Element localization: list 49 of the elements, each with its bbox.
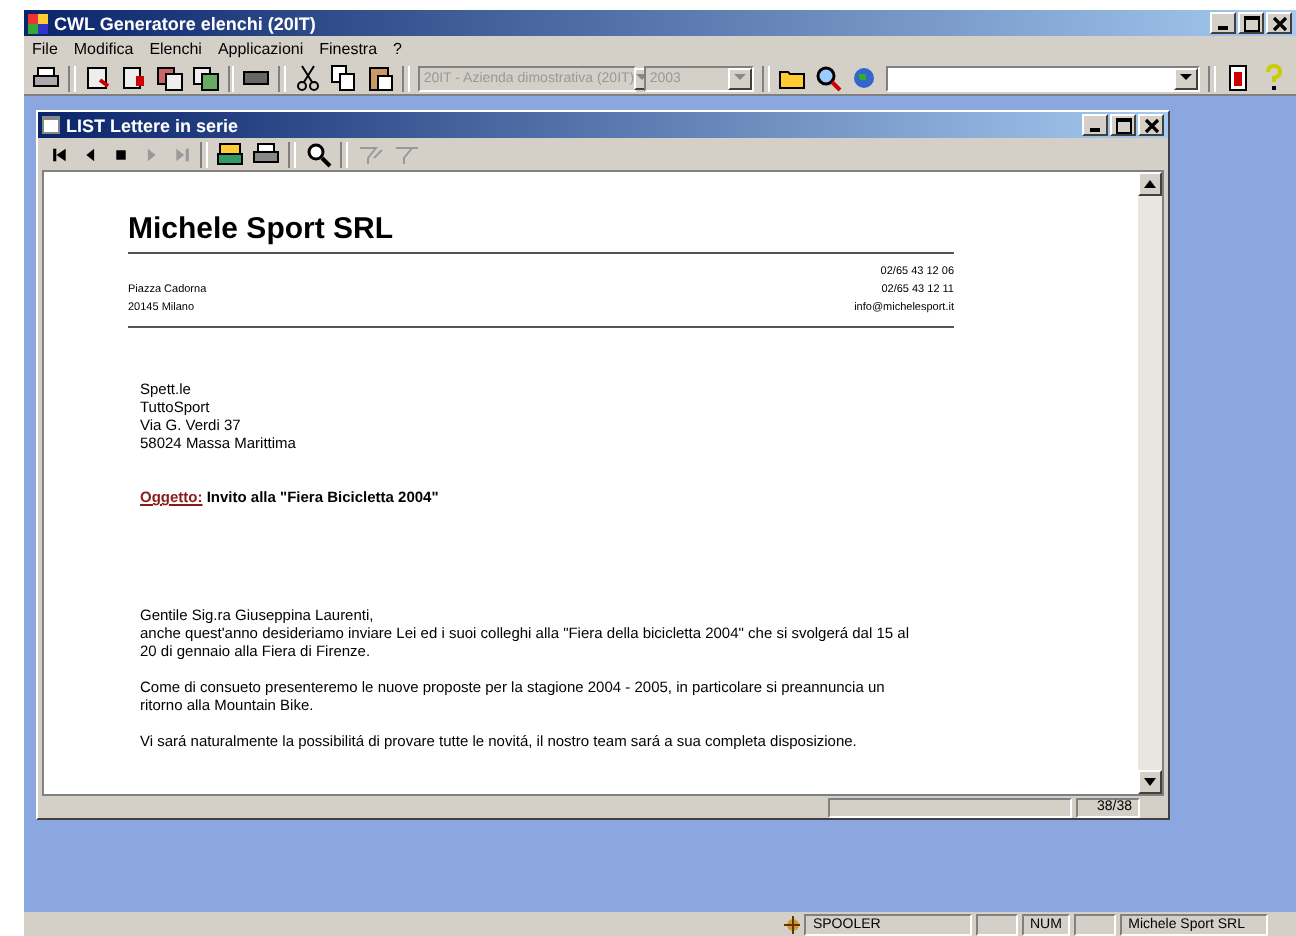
maximize-button[interactable] [1238, 12, 1264, 34]
close-icon [1143, 117, 1159, 133]
first-page-icon[interactable] [50, 143, 72, 165]
magnifier-icon[interactable] [813, 64, 842, 92]
window-title: CWL Generatore elenchi (20IT) [54, 13, 318, 33]
minimize-button[interactable] [1082, 114, 1108, 136]
up-arrow-icon [1144, 180, 1156, 188]
spooler-icon [784, 915, 801, 933]
menu-item[interactable]: Applicazioni [217, 40, 304, 58]
down-arrow-icon [1144, 778, 1156, 786]
menu-item[interactable]: Modifica [73, 40, 134, 58]
printer-icon[interactable] [32, 64, 60, 92]
paste-icon[interactable] [366, 64, 395, 92]
scrollbar[interactable] [1138, 172, 1162, 794]
caret-icon [734, 74, 746, 82]
menu-item[interactable]: Finestra [319, 40, 378, 58]
minimize-button[interactable] [1210, 12, 1236, 34]
copy-icon[interactable] [330, 64, 359, 92]
maximize-icon [1115, 117, 1131, 133]
card-icon[interactable] [119, 64, 148, 92]
cards-icon[interactable] [191, 64, 220, 92]
menu-item[interactable]: ? [393, 40, 402, 58]
search-icon[interactable] [304, 140, 332, 168]
card-icon[interactable] [83, 64, 112, 92]
scroll-down-button[interactable] [1138, 770, 1162, 794]
search-field[interactable] [885, 65, 1201, 91]
maximize-icon [1243, 15, 1259, 31]
cut-icon[interactable] [294, 64, 323, 92]
close-button[interactable] [1138, 114, 1164, 136]
globe-icon[interactable] [849, 64, 878, 92]
minimize-icon [1090, 128, 1100, 132]
caret-icon [1180, 74, 1193, 82]
close-button[interactable] [1266, 12, 1292, 34]
minimize-icon [1218, 26, 1228, 30]
menu-item[interactable]: File [32, 40, 58, 58]
printer-icon[interactable] [252, 140, 280, 168]
window-icon [42, 116, 60, 134]
maximize-button[interactable] [1110, 114, 1136, 136]
menu-item[interactable]: Elenchi [149, 40, 202, 58]
printer-icon[interactable] [216, 140, 244, 168]
exit-icon[interactable] [1223, 64, 1252, 92]
status-panel [1073, 913, 1117, 935]
close-icon [1271, 15, 1287, 31]
cards-icon[interactable] [155, 64, 184, 92]
scroll-up-button[interactable] [1138, 172, 1162, 196]
app-icon [28, 13, 48, 33]
window-title: LIST Lettere in serie [66, 115, 241, 135]
status-panel [975, 913, 1018, 935]
company-name: Michele Sport SRL [128, 212, 396, 246]
